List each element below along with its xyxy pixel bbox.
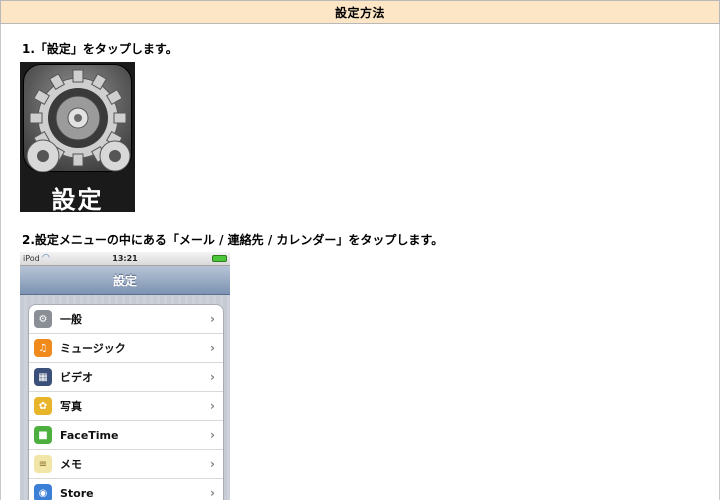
chevron-right-icon: ›	[210, 370, 215, 384]
notes-icon: ≡	[34, 455, 52, 473]
chevron-right-icon: ›	[210, 486, 215, 500]
general-icon: ⚙	[34, 310, 52, 328]
music-icon: ♫	[34, 339, 52, 357]
settings-app-icon: 設定	[20, 62, 135, 212]
gear-icon	[26, 69, 131, 172]
settings-item-notes[interactable]: ≡ メモ ›	[29, 450, 223, 479]
section-header: 設定方法	[0, 0, 720, 24]
settings-item-label: FaceTime	[60, 428, 119, 442]
store-icon: ◉	[34, 484, 52, 500]
battery-icon	[212, 255, 227, 262]
step-1-text: 1.「設定」をタップします。	[22, 42, 178, 56]
settings-item-music[interactable]: ♫ ミュージック ›	[29, 334, 223, 363]
ipod-settings-screenshot: iPod ◠ 13:21 設定 ⚙ 一般 › ♫ ミュージック › ▦ ビデオ …	[20, 252, 230, 500]
settings-list: ⚙ 一般 › ♫ ミュージック › ▦ ビデオ › ✿ 写真 › ■ FaceT…	[28, 304, 224, 500]
step-2-text: 2.設定メニューの中にある「メール / 連絡先 / カレンダー」をタップします。	[22, 233, 444, 247]
photos-icon: ✿	[34, 397, 52, 415]
video-icon: ▦	[34, 368, 52, 386]
section-title: 設定方法	[334, 5, 385, 20]
app-icon-caption: 設定	[51, 186, 104, 212]
settings-item-photos[interactable]: ✿ 写真 ›	[29, 392, 223, 421]
settings-item-label: 一般	[60, 313, 82, 326]
status-bar: iPod ◠ 13:21	[20, 252, 230, 266]
status-time: 13:21	[112, 254, 138, 263]
chevron-right-icon: ›	[210, 312, 215, 326]
settings-item-label: ビデオ	[60, 371, 93, 384]
nav-title: 設定	[112, 273, 137, 288]
settings-item-facetime[interactable]: ■ FaceTime ›	[29, 421, 223, 450]
chevron-right-icon: ›	[210, 457, 215, 471]
settings-item-store[interactable]: ◉ Store ›	[29, 479, 223, 500]
facetime-icon: ■	[34, 426, 52, 444]
chevron-right-icon: ›	[210, 341, 215, 355]
settings-item-label: メモ	[60, 458, 82, 471]
settings-item-general[interactable]: ⚙ 一般 ›	[29, 305, 223, 334]
settings-item-label: 写真	[60, 400, 82, 413]
nav-bar: 設定	[20, 266, 230, 295]
settings-item-video[interactable]: ▦ ビデオ ›	[29, 363, 223, 392]
settings-item-label: Store	[60, 486, 94, 500]
settings-item-label: ミュージック	[60, 342, 126, 355]
chevron-right-icon: ›	[210, 399, 215, 413]
chevron-right-icon: ›	[210, 428, 215, 442]
